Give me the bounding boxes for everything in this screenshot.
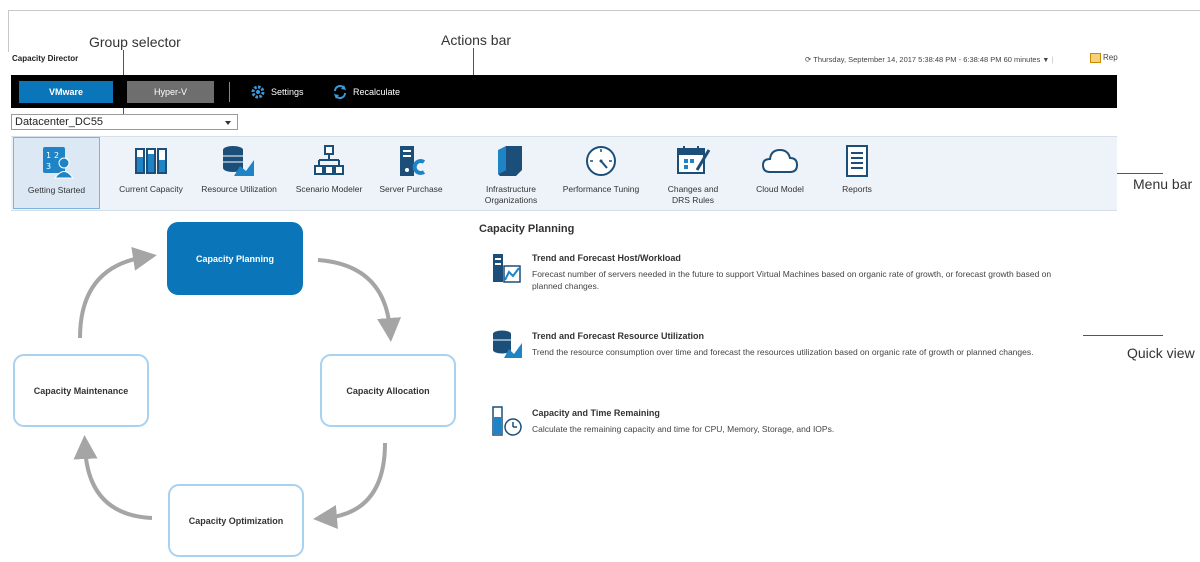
- group-selector[interactable]: Datacenter_DC55: [11, 114, 238, 130]
- gear-icon: [251, 85, 265, 99]
- frame-left-line: [8, 10, 9, 52]
- frame-top-line: [8, 10, 1200, 11]
- current-capacity-icon: [131, 141, 171, 181]
- performance-tuning-icon: [581, 141, 621, 181]
- menu-item-cloud-model[interactable]: Cloud Model: [740, 137, 820, 209]
- menu-item-current-capacity[interactable]: Current Capacity: [111, 137, 191, 209]
- svg-text:2: 2: [54, 151, 59, 160]
- changes-drs-rules-icon: [673, 141, 713, 181]
- menu-item-label: Scenario Modeler: [295, 184, 363, 194]
- refresh-icon: ⟳: [805, 55, 812, 64]
- resource-forecast-icon: [492, 329, 524, 364]
- menu-item-label: Server Purchase: [379, 184, 443, 194]
- menu-item-resource-utilization[interactable]: Resource Utilization: [194, 137, 284, 209]
- menu-item-infrastructure-organizations[interactable]: Infrastructure Organizations: [471, 137, 551, 209]
- menu-item-performance-tuning[interactable]: Performance Tuning: [555, 137, 647, 209]
- svg-text:1: 1: [46, 151, 51, 160]
- reports-icon: [837, 141, 877, 181]
- group-selector-value: Datacenter_DC55: [15, 116, 104, 128]
- arrow-maintenance-to-planning: [78, 246, 157, 339]
- callout-group-selector: Group selector: [89, 34, 181, 50]
- quick-view-desc-host-workload-line1: Forecast number of servers needed in the…: [532, 269, 1052, 279]
- callout-actions-bar: Actions bar: [441, 32, 512, 48]
- menu-item-changes-drs-rules[interactable]: Changes and DRS Rules: [652, 137, 734, 209]
- capacity-optimization-node[interactable]: Capacity Optimization: [168, 484, 304, 557]
- svg-text:3: 3: [46, 162, 51, 171]
- menu-item-getting-started[interactable]: 1 2 3 Getting Started: [13, 137, 100, 209]
- chevron-down-icon: ▼: [1042, 57, 1050, 64]
- time-remaining-icon: [492, 405, 524, 442]
- quick-view-desc-time-remaining: Calculate the remaining capacity and tim…: [532, 424, 835, 434]
- reports-link[interactable]: Rep: [1090, 53, 1130, 63]
- menu-item-label: Cloud Model: [756, 184, 804, 194]
- menu-item-scenario-modeler[interactable]: Scenario Modeler: [288, 137, 370, 209]
- menu-item-server-purchase[interactable]: Server Purchase: [371, 137, 451, 209]
- settings-label: Settings: [271, 87, 304, 97]
- arrow-optimization-to-maintenance: [73, 435, 153, 520]
- capacity-maintenance-node[interactable]: Capacity Maintenance: [13, 354, 149, 427]
- callout-line-quick-view: [1083, 335, 1163, 336]
- actions-separator: [229, 82, 230, 102]
- quick-view-desc-resource-utilization: Trend the resource consumption over time…: [532, 347, 1034, 357]
- resource-utilization-icon: [219, 141, 259, 181]
- recalculate-icon: [334, 85, 346, 99]
- settings-button[interactable]: Settings: [250, 83, 304, 101]
- cloud-model-icon: [760, 141, 800, 181]
- recalculate-label: Recalculate: [353, 87, 401, 97]
- callout-quick-view: Quick view: [1127, 345, 1195, 361]
- time-range-selector[interactable]: ⟳ Thursday, September 14, 2017 5:38:48 P…: [805, 55, 1053, 64]
- menu-item-reports[interactable]: Reports: [820, 137, 894, 209]
- arrow-allocation-to-optimization: [313, 442, 387, 529]
- menu-item-label: Current Capacity: [119, 184, 183, 194]
- callout-menu-bar: Menu bar: [1133, 176, 1193, 192]
- menu-item-label: Changes and DRS Rules: [667, 184, 719, 205]
- scenario-modeler-icon: [309, 141, 349, 181]
- quick-view-heading: Capacity Planning: [479, 223, 575, 235]
- quick-view-link-resource-utilization[interactable]: Trend and Forecast Resource Utilization: [532, 331, 704, 341]
- report-icon: [1090, 53, 1101, 63]
- menu-item-label: Performance Tuning: [562, 184, 640, 194]
- chevron-down-icon: [225, 121, 231, 125]
- menu-item-label: Infrastructure Organizations: [484, 184, 538, 205]
- vmware-button[interactable]: VMware: [19, 81, 113, 103]
- hyperv-button[interactable]: Hyper-V: [127, 81, 214, 103]
- capacity-allocation-node[interactable]: Capacity Allocation: [320, 354, 456, 427]
- time-range-text: Thursday, September 14, 2017 5:38:48 PM …: [813, 55, 1041, 64]
- menu-item-label: Reports: [842, 184, 872, 194]
- quick-view-desc-host-workload-line2: planned changes.: [532, 281, 600, 291]
- quick-view-link-host-workload[interactable]: Trend and Forecast Host/Workload: [532, 253, 681, 263]
- arrow-planning-to-allocation: [317, 258, 402, 342]
- app-title: Capacity Director: [12, 54, 79, 63]
- host-workload-forecast-icon: [492, 252, 522, 289]
- recalculate-button[interactable]: Recalculate: [332, 83, 400, 101]
- quick-view-link-time-remaining[interactable]: Capacity and Time Remaining: [532, 408, 660, 418]
- menu-item-label: Resource Utilization: [201, 184, 277, 194]
- reports-link-label: Rep: [1103, 53, 1118, 63]
- server-purchase-icon: [391, 141, 431, 181]
- infrastructure-organizations-icon: [491, 141, 531, 181]
- getting-started-icon: 1 2 3: [37, 142, 77, 182]
- capacity-planning-node[interactable]: Capacity Planning: [167, 222, 303, 295]
- menu-item-label: Getting Started: [27, 185, 86, 195]
